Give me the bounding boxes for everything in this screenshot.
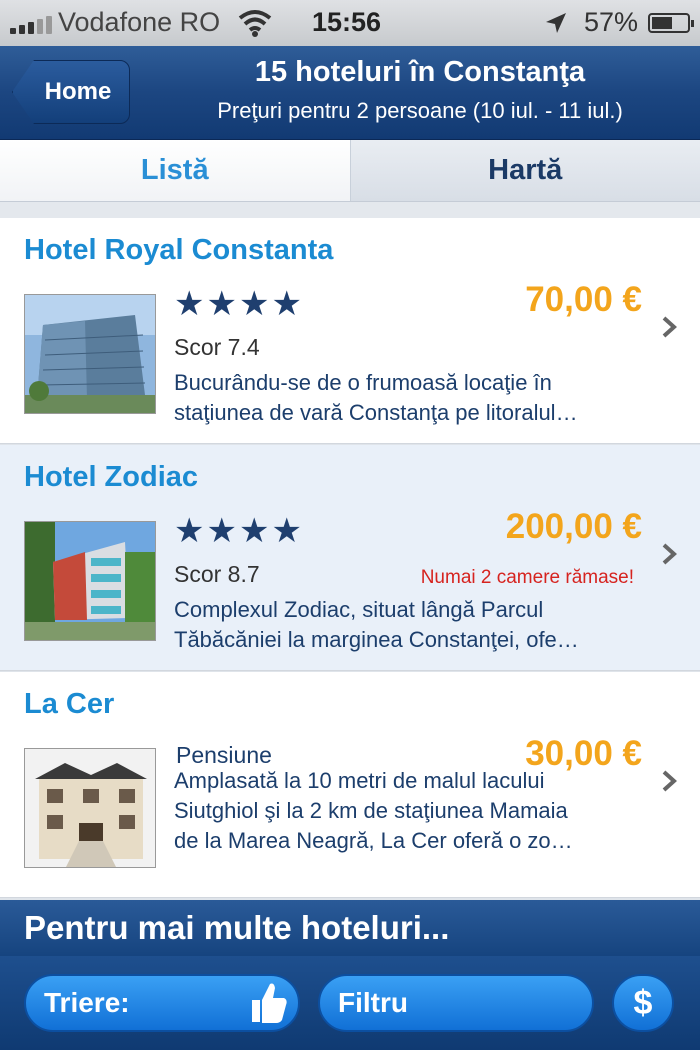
star-rating: ★★★★ xyxy=(174,512,304,550)
description-line: Amplasată la 10 metri de malul lacului xyxy=(174,768,545,793)
location-arrow-icon xyxy=(546,13,566,33)
hotel-description: Complexul Zodiac, situat lângă Parcul Tă… xyxy=(174,595,654,655)
hotel-price: 200,00 € xyxy=(505,507,642,546)
chevron-right-icon xyxy=(662,543,677,565)
status-bar: Vodafone RO 15:56 57% xyxy=(0,0,700,46)
signal-icon xyxy=(10,14,52,34)
hotel-name: Hotel Royal Constanta xyxy=(24,234,334,266)
hotel-photo xyxy=(24,748,156,868)
hotel-list-item[interactable]: Hotel Royal Constanta ★★★★ Scor 7.4 70,0… xyxy=(0,218,700,444)
sort-button-label: Triere: xyxy=(44,987,130,1018)
more-hotels-banner[interactable]: Pentru mai multe hoteluri... xyxy=(0,900,700,956)
hotel-photo xyxy=(24,521,156,641)
wifi-icon xyxy=(238,10,272,37)
hotel-list: Hotel Royal Constanta ★★★★ Scor 7.4 70,0… xyxy=(0,218,700,900)
tab-map[interactable]: Hartă xyxy=(349,140,700,201)
bottom-toolbar: Triere: Filtru $ xyxy=(0,956,700,1050)
review-score: Scor 8.7 xyxy=(174,561,260,587)
page-subtitle: Preţuri pentru 2 persoane (10 iul. - 11 … xyxy=(217,98,623,123)
chevron-right-icon xyxy=(662,316,677,338)
thumbs-up-icon xyxy=(252,983,287,1023)
tabs-divider xyxy=(0,202,700,218)
filter-button-label: Filtru xyxy=(338,987,408,1018)
availability-alert: Numai 2 camere rămase! xyxy=(420,567,634,588)
dollar-icon: $ xyxy=(633,983,653,1022)
hotel-price: 70,00 € xyxy=(525,280,642,319)
description-line: Siutghiol şi la 2 km de staţiunea Mamaia xyxy=(174,798,568,823)
hotel-photo xyxy=(24,294,156,414)
hotel-list-item[interactable]: Hotel Zodiac ★★★★ Scor 8.7 200,00 € Numa… xyxy=(0,445,700,671)
description-line: de la Marea Neagră, La Cer oferă o zo… xyxy=(174,828,573,853)
hotel-description: Bucurându-se de o frumoasă locaţie în st… xyxy=(174,368,654,428)
description-line: staţiunea de vară Constanţa pe litoralul… xyxy=(174,400,578,425)
clock: 15:56 xyxy=(312,7,382,37)
description-line: Complexul Zodiac, situat lângă Parcul xyxy=(174,597,544,622)
property-type: Pensiune xyxy=(176,742,272,768)
home-back-button[interactable]: Home xyxy=(12,60,130,124)
hotel-list-item[interactable]: La Cer Pensiune 30,00 € Amplasată la 10 … xyxy=(0,672,700,898)
page-title: 15 hoteluri în Constanţa xyxy=(254,56,586,88)
star-rating: ★★★★ xyxy=(174,285,304,323)
chevron-right-icon xyxy=(662,770,677,792)
carrier-label: Vodafone RO xyxy=(58,7,221,37)
filter-button[interactable]: Filtru xyxy=(318,974,594,1032)
battery-icon xyxy=(648,13,694,33)
description-line: Bucurându-se de o frumoasă locaţie în xyxy=(174,370,552,395)
view-tabs: Listă Hartă xyxy=(0,140,700,202)
hotel-name: Hotel Zodiac xyxy=(24,461,199,493)
tab-list[interactable]: Listă xyxy=(0,140,350,201)
sort-button[interactable]: Triere: xyxy=(24,974,300,1032)
battery-percent: 57% xyxy=(584,7,639,37)
navigation-bar: Home 15 hoteluri în Constanţa Preţuri pe… xyxy=(0,46,700,140)
currency-button[interactable]: $ xyxy=(612,974,674,1032)
description-line: Tăbăcăniei la marginea Constanţei, ofe… xyxy=(174,627,579,652)
hotel-description: Amplasată la 10 metri de malul lacului S… xyxy=(174,766,654,856)
review-score: Scor 7.4 xyxy=(174,334,260,360)
hotel-name: La Cer xyxy=(24,688,115,720)
